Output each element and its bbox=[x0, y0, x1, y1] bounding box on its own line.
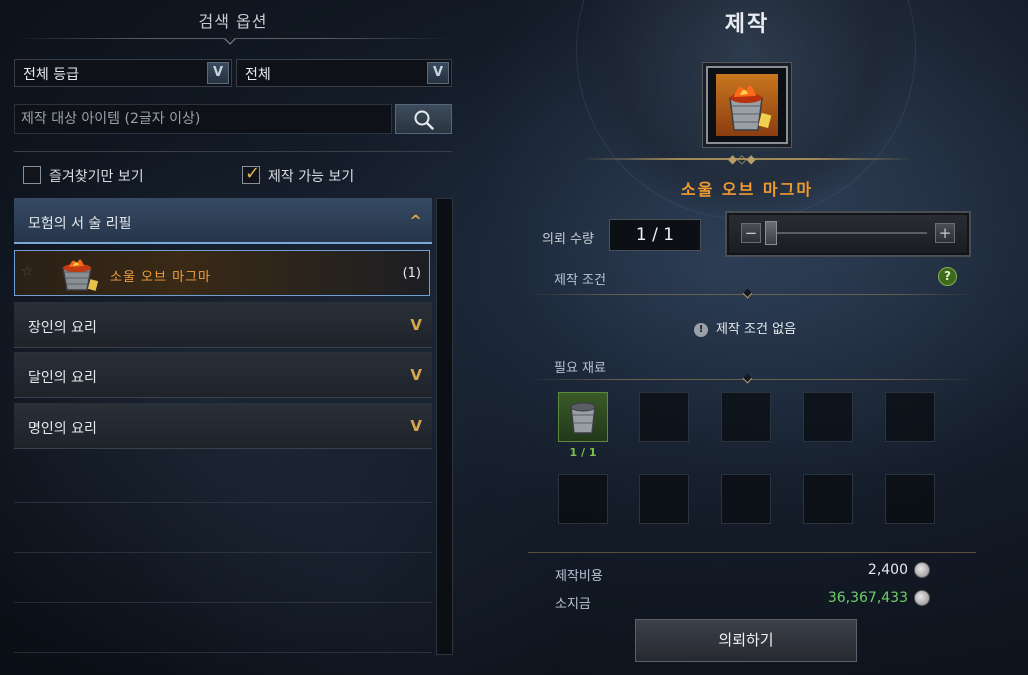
help-icon[interactable]: ? bbox=[938, 267, 957, 286]
magma-bucket-icon bbox=[53, 254, 103, 298]
chevron-up-icon: ^ bbox=[409, 212, 422, 230]
category-expert-cooking[interactable]: 달인의 요리 V bbox=[14, 352, 432, 398]
chevron-down-icon[interactable]: V bbox=[207, 62, 229, 84]
options-divider bbox=[14, 151, 452, 152]
material-slot[interactable] bbox=[885, 474, 935, 524]
quantity-input[interactable]: 1 / 1 bbox=[609, 219, 701, 251]
material-slot[interactable] bbox=[803, 392, 853, 442]
result-item-slot[interactable] bbox=[706, 66, 788, 144]
craft-title: 제작 bbox=[724, 12, 770, 37]
ornament-icon: ◆◇◆ bbox=[728, 152, 756, 166]
craftable-label: 제작 가능 보기 bbox=[268, 169, 355, 185]
material-slot[interactable] bbox=[639, 392, 689, 442]
iron-bucket-icon bbox=[570, 402, 596, 434]
craft-item-name: 소울 오브 마그마 bbox=[680, 180, 814, 199]
magma-bucket-icon bbox=[729, 85, 772, 131]
cost-value: 2,400 bbox=[867, 562, 908, 578]
result-item-frame bbox=[716, 74, 778, 136]
divider-notch bbox=[742, 288, 753, 299]
materials-label: 필요 재료 bbox=[554, 361, 606, 376]
category-artisan-cooking[interactable]: 장인의 요리 V bbox=[14, 302, 432, 348]
grade-select[interactable]: 전체 등급 V bbox=[14, 59, 232, 87]
no-condition-text: 제작 조건 없음 bbox=[716, 322, 797, 337]
request-craft-button[interactable]: 의뢰하기 bbox=[635, 619, 857, 662]
minus-button[interactable]: − bbox=[741, 223, 761, 243]
category-label: 달인의 요리 bbox=[28, 370, 97, 386]
search-icon bbox=[414, 110, 434, 130]
recipe-item-count: (1) bbox=[402, 266, 421, 281]
plus-button[interactable]: + bbox=[935, 223, 955, 243]
cost-label: 제작비용 bbox=[555, 569, 603, 584]
craftable-checkbox[interactable]: ✓ 제작 가능 보기 bbox=[242, 163, 402, 185]
chevron-down-icon: V bbox=[410, 417, 422, 435]
category-label: 모험의 서 술 리필 bbox=[28, 216, 132, 232]
no-condition-message: ! 제작 조건 없음 bbox=[694, 318, 796, 337]
material-slot[interactable] bbox=[558, 392, 608, 442]
quantity-slider[interactable]: − + bbox=[725, 211, 971, 257]
search-button[interactable] bbox=[395, 104, 452, 134]
recipe-item-name: 소울 오브 마그마 bbox=[110, 270, 211, 285]
favorite-star-icon[interactable]: ☆ bbox=[21, 264, 34, 280]
material-slot[interactable] bbox=[558, 474, 608, 524]
category-label: 명인의 요리 bbox=[28, 421, 97, 437]
material-slot[interactable] bbox=[721, 392, 771, 442]
chevron-down-icon: V bbox=[410, 366, 422, 384]
conditions-divider bbox=[528, 294, 976, 295]
grade-select-value: 전체 등급 bbox=[23, 67, 79, 83]
divider-notch bbox=[742, 373, 753, 384]
craft-panel: 제작 ◆◇◆ 소울 오브 마그마 의뢰 수량 1 / 1 − + 제작 조건 ?… bbox=[466, 0, 1028, 675]
category-master-cooking[interactable]: 명인의 요리 V bbox=[14, 403, 432, 449]
recipe-item-selected[interactable]: ☆ 소울 오브 마그마 (1) bbox=[14, 250, 430, 296]
checkbox-box[interactable] bbox=[23, 166, 41, 184]
type-select-value: 전체 bbox=[245, 67, 271, 83]
list-scrollbar[interactable] bbox=[436, 198, 453, 655]
material-count: 1 / 1 bbox=[569, 446, 597, 459]
search-input[interactable] bbox=[14, 104, 392, 134]
conditions-label: 제작 조건 bbox=[554, 273, 606, 288]
material-slot[interactable] bbox=[639, 474, 689, 524]
search-panel: 검색 옵션 전체 등급 V 전체 V 즐겨찾기만 보기 ✓ 제작 가능 보기 모… bbox=[0, 0, 466, 675]
title-notch-ornament bbox=[224, 33, 236, 45]
silver-coin-icon bbox=[914, 562, 930, 578]
cost-divider bbox=[528, 552, 976, 553]
chevron-down-icon: V bbox=[410, 316, 422, 334]
search-options-title: 검색 옵션 bbox=[198, 12, 268, 31]
favorites-checkbox[interactable]: 즐겨찾기만 보기 bbox=[23, 165, 183, 185]
material-slot[interactable] bbox=[885, 392, 935, 442]
chevron-down-icon[interactable]: V bbox=[427, 62, 449, 84]
info-icon: ! bbox=[694, 323, 708, 337]
material-slot[interactable] bbox=[803, 474, 853, 524]
check-icon: ✓ bbox=[245, 163, 261, 184]
funds-label: 소지금 bbox=[555, 597, 591, 612]
category-adventure-refill[interactable]: 모험의 서 술 리필 ^ bbox=[14, 198, 432, 244]
slider-track[interactable] bbox=[767, 232, 927, 234]
material-slot[interactable] bbox=[721, 474, 771, 524]
category-label: 장인의 요리 bbox=[28, 320, 97, 336]
empty-list-rows bbox=[14, 453, 432, 653]
funds-value: 36,367,433 bbox=[827, 590, 908, 606]
silver-coin-icon bbox=[914, 590, 930, 606]
slider-handle[interactable] bbox=[765, 221, 777, 245]
favorites-label: 즐겨찾기만 보기 bbox=[49, 169, 144, 185]
type-select[interactable]: 전체 V bbox=[236, 59, 452, 87]
materials-divider bbox=[528, 379, 976, 380]
quantity-label: 의뢰 수량 bbox=[542, 232, 594, 247]
checkbox-box[interactable]: ✓ bbox=[242, 163, 261, 184]
